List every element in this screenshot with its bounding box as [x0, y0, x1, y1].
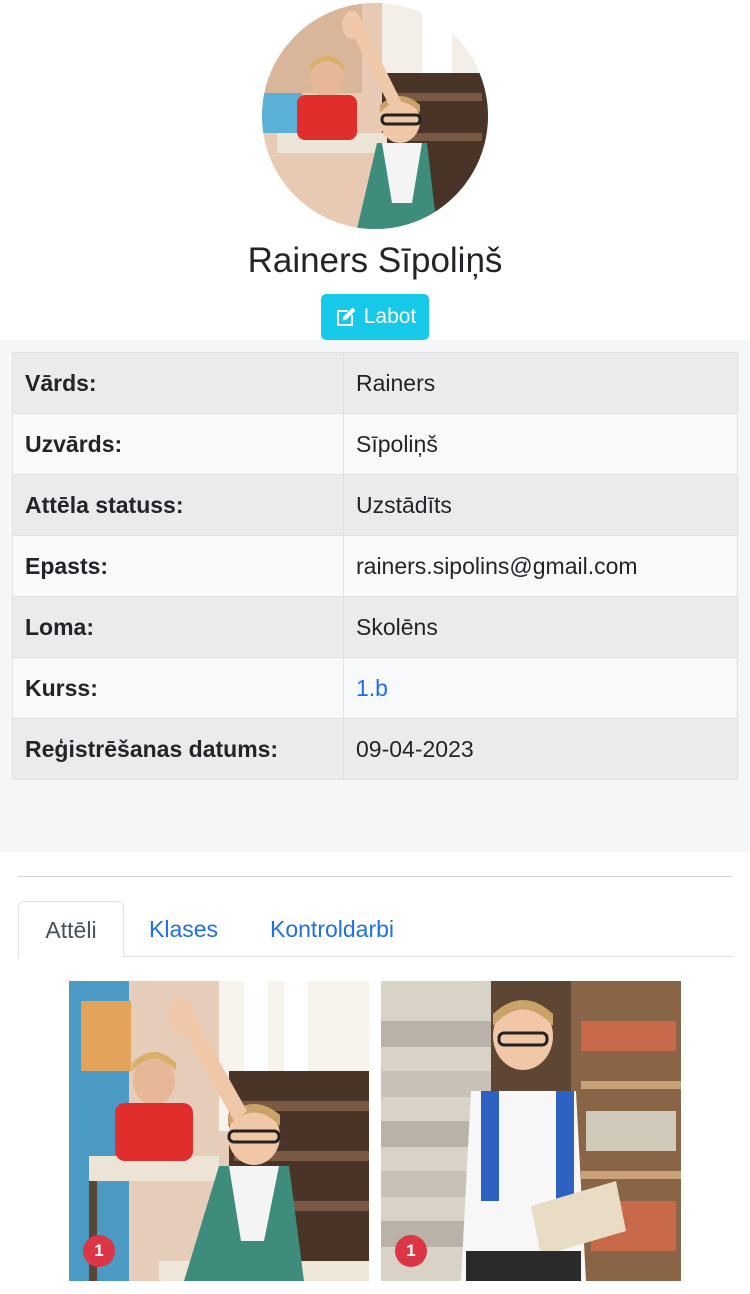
- tab-classes[interactable]: Klases: [149, 901, 218, 957]
- profile-details-table: Vārds: Rainers Uzvārds: Sīpoliņš Attēla …: [12, 352, 738, 780]
- table-row: Vārds: Rainers: [12, 352, 738, 414]
- registration-date-value: 09-04-2023: [343, 718, 738, 780]
- role-value: Skolēns: [343, 596, 738, 658]
- detail-label: Uzvārds:: [12, 413, 344, 475]
- detail-label: Attēla statuss:: [12, 474, 344, 536]
- table-row: Reģistrēšanas datums: 09-04-2023: [12, 718, 738, 780]
- classroom-photo-icon: [262, 3, 488, 229]
- detail-value: Sīpoliņš: [343, 413, 738, 475]
- section-divider: [18, 876, 732, 877]
- profile-header: Rainers Sīpoliņš Labot: [0, 0, 750, 340]
- profile-tabs: Attēli Klases Kontroldarbi: [18, 901, 732, 958]
- edit-button-label: Labot: [363, 305, 417, 328]
- detail-label: Vārds:: [12, 352, 344, 414]
- detail-label: Epasts:: [12, 535, 344, 597]
- photo-count-badge: 1: [83, 1235, 115, 1267]
- tab-tests[interactable]: Kontroldarbi: [270, 901, 394, 957]
- table-row: Uzvārds: Sīpoliņš: [12, 413, 738, 475]
- edit-profile-button[interactable]: Labot: [321, 294, 429, 340]
- table-row: Epasts: rainers.sipolins@gmail.com: [12, 535, 738, 597]
- profile-details-section: Vārds: Rainers Uzvārds: Sīpoliņš Attēla …: [0, 340, 750, 852]
- photo-count-badge: 1: [395, 1235, 427, 1267]
- avatar[interactable]: [262, 3, 488, 229]
- gallery-photo-classroom[interactable]: 1: [69, 981, 369, 1281]
- detail-label: Reģistrēšanas datums:: [12, 718, 344, 780]
- edit-icon: [334, 305, 358, 329]
- table-row: Loma: Skolēns: [12, 596, 738, 658]
- tab-images[interactable]: Attēli: [18, 901, 124, 958]
- detail-value: Uzstādīts: [343, 474, 738, 536]
- detail-label: Kurss:: [12, 657, 344, 719]
- detail-label: Loma:: [12, 596, 344, 658]
- table-row: Attēla statuss: Uzstādīts: [12, 474, 738, 536]
- course-link[interactable]: 1.b: [356, 675, 388, 701]
- detail-value: Rainers: [343, 352, 738, 414]
- gallery-photo-library[interactable]: 1: [381, 981, 681, 1281]
- email-value: rainers.sipolins@gmail.com: [343, 535, 738, 597]
- classroom-photo-icon: [69, 981, 369, 1281]
- course-cell: 1.b: [343, 657, 738, 719]
- table-row: Kurss: 1.b: [12, 657, 738, 719]
- library-photo-icon: [381, 981, 681, 1281]
- profile-name: Rainers Sīpoliņš: [247, 241, 503, 280]
